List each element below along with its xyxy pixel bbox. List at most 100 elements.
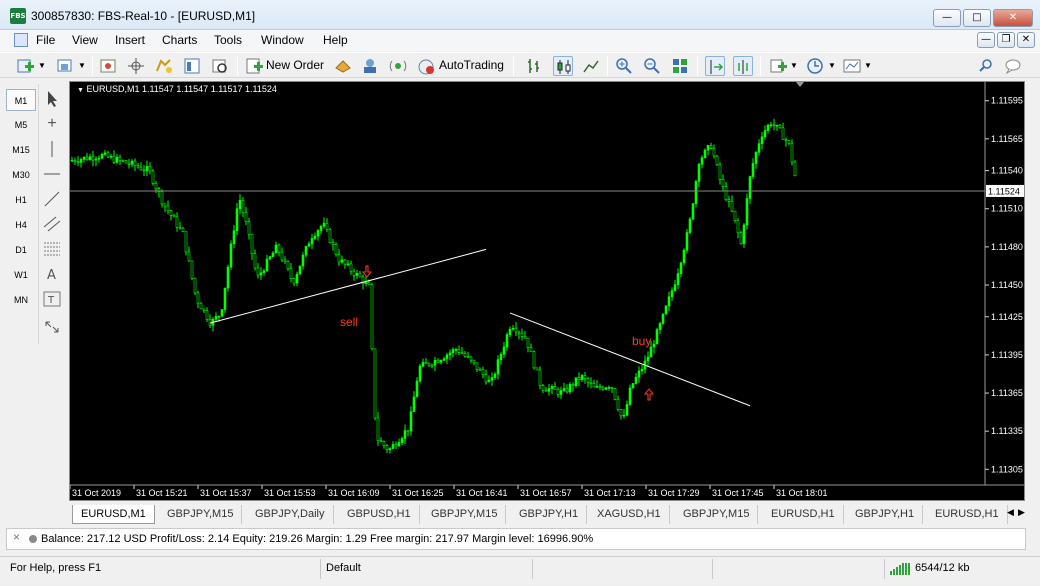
menu-charts[interactable]: Charts (162, 33, 197, 47)
menu-help[interactable]: Help (323, 33, 348, 47)
indicators-icon[interactable] (768, 56, 788, 76)
dropdown-arrow-icon[interactable]: ▼ (790, 61, 798, 70)
auto-scroll-icon[interactable] (705, 56, 725, 76)
candle-body (115, 156, 119, 163)
new-chart-icon[interactable] (15, 56, 35, 76)
strategy-tester-icon[interactable] (210, 56, 230, 76)
candle-body (289, 268, 293, 279)
candlestick-chart-icon[interactable] (553, 56, 573, 76)
fibonacci-icon[interactable] (41, 238, 63, 260)
text-label-icon[interactable]: T (41, 288, 63, 310)
tab-gbpjpy-h1[interactable]: GBPJPY,H1 (511, 505, 588, 524)
timeframe-m30[interactable]: M30 (6, 164, 36, 186)
search-icon[interactable] (976, 56, 996, 76)
profile-name[interactable]: Default (326, 562, 361, 574)
timeframe-w1[interactable]: W1 (6, 264, 36, 286)
timeframe-d1[interactable]: D1 (6, 239, 36, 261)
candle-body (388, 448, 392, 451)
chart-shift-icon[interactable] (733, 56, 753, 76)
templates-icon[interactable] (842, 56, 862, 76)
profiles-icon[interactable] (55, 56, 75, 76)
horizontal-line-icon[interactable] (41, 163, 63, 185)
child-minimize-button[interactable]: — (977, 32, 995, 48)
zoom-out-icon[interactable] (642, 56, 662, 76)
radio-icon[interactable] (388, 56, 408, 76)
tab-scroll-right-icon[interactable]: ▶ (1018, 507, 1025, 518)
tab-eurusd-m1[interactable]: EURUSD,M1 (72, 505, 155, 524)
menu-file[interactable]: File (36, 33, 55, 47)
candle-body (478, 368, 482, 371)
minimize-button[interactable]: — (933, 9, 961, 27)
periods-clock-icon[interactable] (805, 56, 825, 76)
crosshair-icon[interactable]: + (41, 113, 63, 135)
data-window-icon[interactable] (126, 56, 146, 76)
timeframe-h1[interactable]: H1 (6, 189, 36, 211)
tab-gbpjpy-m15-2[interactable]: GBPJPY,M15 (423, 505, 507, 524)
zoom-in-icon[interactable] (614, 56, 634, 76)
candle-body (517, 331, 521, 334)
timeframe-mn[interactable]: MN (6, 289, 36, 311)
dropdown-arrow-icon[interactable]: ▼ (38, 61, 46, 70)
candle-body (217, 315, 221, 318)
timeframe-m5[interactable]: M5 (6, 114, 36, 136)
autotrading-icon[interactable] (416, 56, 436, 76)
timeframe-m15[interactable]: M15 (6, 139, 36, 161)
candle-body (475, 362, 479, 370)
price-chart[interactable]: 1.11595 1.11565 1.11540 1.11510 1.11480 1.114… (69, 81, 1025, 501)
bar-chart-icon[interactable] (525, 56, 545, 76)
price-tick-label: 1.11565 (991, 134, 1023, 144)
tab-gbpjpy-m15[interactable]: GBPJPY,M15 (159, 505, 243, 524)
chart-canvas[interactable]: 1.11595 1.11565 1.11540 1.11510 1.11480 1.114… (70, 82, 1025, 501)
candle-body (133, 160, 137, 167)
arrows-icon[interactable] (41, 316, 63, 338)
sell-annotation: sell (340, 315, 358, 329)
tab-eurusd-h1-2[interactable]: EURUSD,H1 (927, 505, 1008, 524)
tab-gbpjpy-daily[interactable]: GBPJPY,Daily (247, 505, 334, 524)
metaeditor-icon[interactable] (333, 56, 353, 76)
time-tick-label: 31 Oct 2019 (72, 488, 121, 498)
channel-icon[interactable] (41, 213, 63, 235)
menu-view[interactable]: View (72, 33, 98, 47)
autotrading-button[interactable]: AutoTrading (439, 58, 504, 72)
dropdown-arrow-icon[interactable]: ▼ (828, 61, 836, 70)
menu-insert[interactable]: Insert (115, 33, 145, 47)
tab-gbpjpy-m15-3[interactable]: GBPJPY,M15 (675, 505, 759, 524)
navigator-icon[interactable] (154, 56, 174, 76)
terminal-icon[interactable] (182, 56, 202, 76)
candle-body (748, 176, 752, 199)
market-watch-icon[interactable] (98, 56, 118, 76)
chat-icon[interactable] (1003, 56, 1023, 76)
toolbar-separator (237, 56, 238, 76)
tile-windows-icon[interactable] (670, 56, 690, 76)
line-chart-icon[interactable] (581, 56, 601, 76)
new-order-icon[interactable] (244, 56, 264, 76)
chart-window-icon[interactable] (14, 33, 28, 47)
text-tool-icon[interactable]: A (41, 263, 63, 285)
current-price-label: 1.11524 (988, 186, 1020, 196)
signals-icon[interactable] (360, 56, 380, 76)
tab-eurusd-h1[interactable]: EURUSD,H1 (763, 505, 844, 524)
child-restore-button[interactable]: ❐ (997, 32, 1015, 48)
dropdown-arrow-icon[interactable]: ▼ (864, 61, 872, 70)
menu-window[interactable]: Window (261, 33, 304, 47)
maximize-button[interactable]: □ (963, 9, 991, 27)
trendline-icon[interactable] (41, 188, 63, 210)
connection-bars-icon[interactable] (890, 563, 912, 578)
tab-scroll-left-icon[interactable]: ◀ (1007, 507, 1014, 518)
close-button[interactable]: ✕ (993, 9, 1033, 27)
new-order-button[interactable]: New Order (266, 58, 324, 72)
tab-gbpusd-h1[interactable]: GBPUSD,H1 (339, 505, 420, 524)
cursor-icon[interactable] (41, 88, 63, 110)
child-close-button[interactable]: ✕ (1017, 32, 1035, 48)
tab-gbpjpy-h1-2[interactable]: GBPJPY,H1 (847, 505, 924, 524)
timeframe-m1[interactable]: M1 (6, 89, 36, 111)
menu-tools[interactable]: Tools (214, 33, 242, 47)
vertical-line-icon[interactable] (41, 138, 63, 160)
tab-xagusd-h1[interactable]: XAGUSD,H1 (589, 505, 670, 524)
dropdown-arrow-icon[interactable]: ▼ (78, 61, 86, 70)
close-terminal-icon[interactable]: × (13, 530, 20, 544)
chart-menu-arrow-icon[interactable]: ▼ (77, 87, 84, 94)
toolbar-separator (760, 56, 761, 76)
candle-body (187, 251, 191, 262)
timeframe-h4[interactable]: H4 (6, 214, 36, 236)
